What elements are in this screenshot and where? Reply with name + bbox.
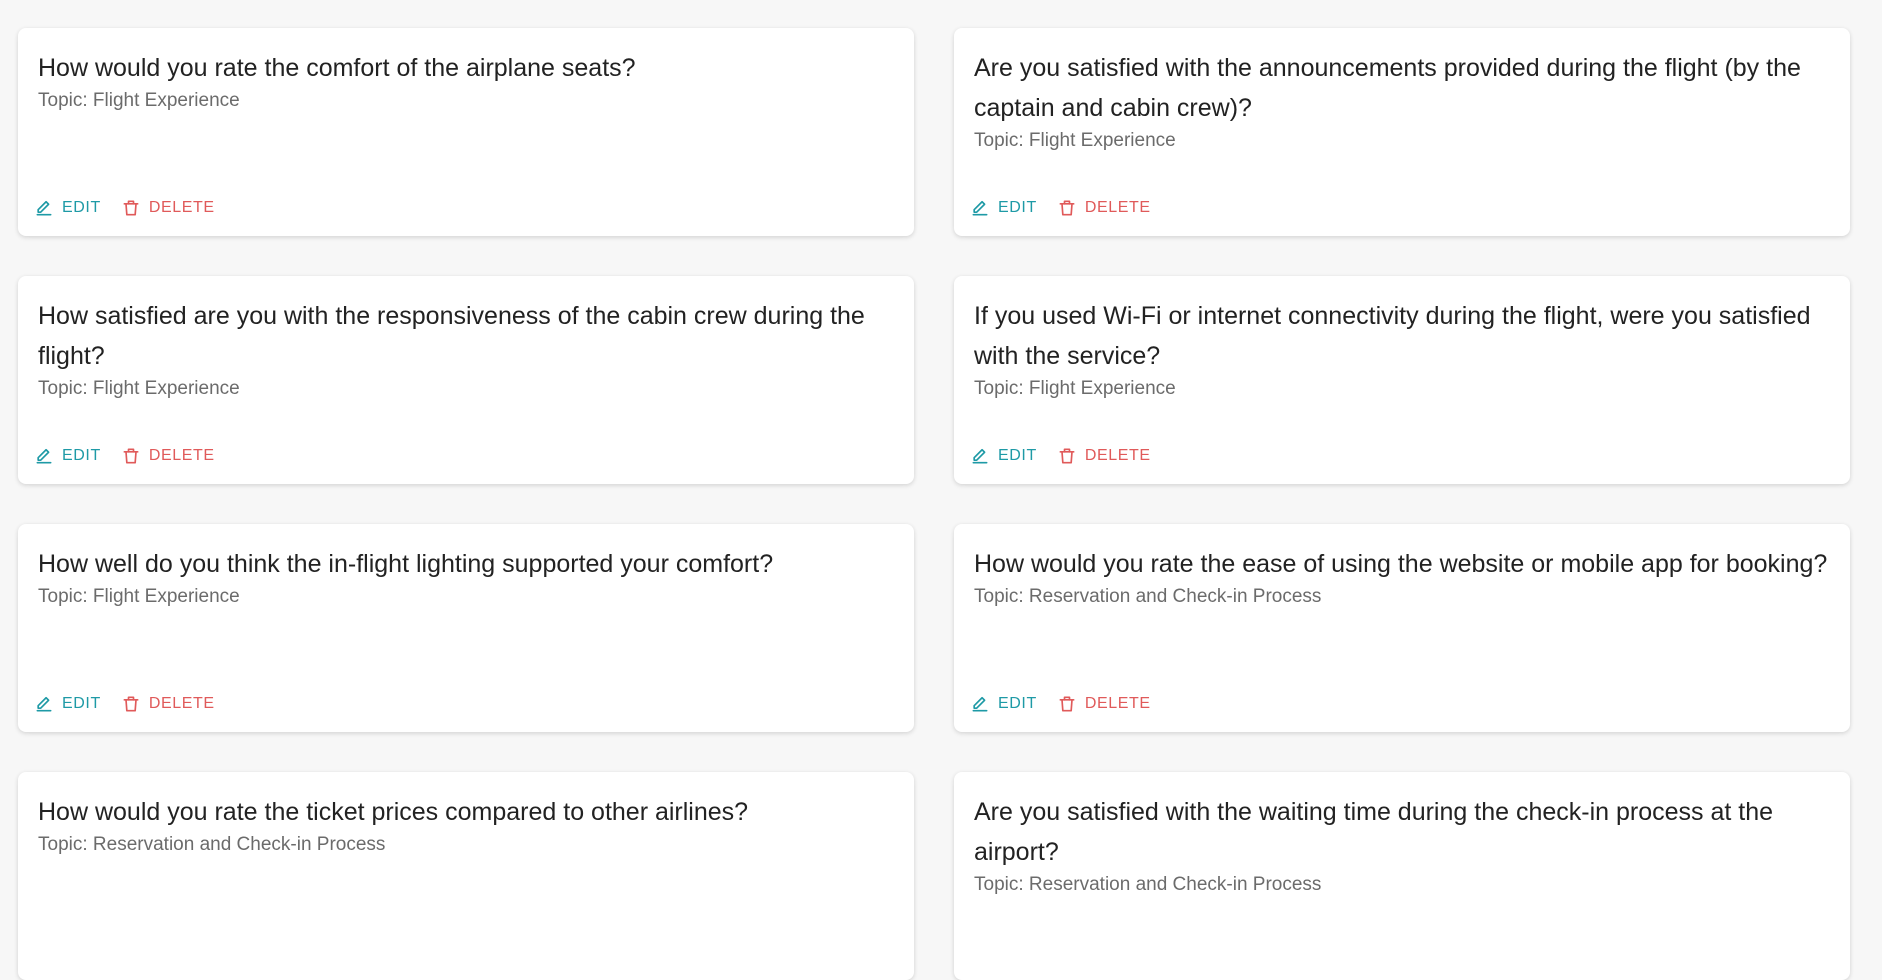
- card-actions: EDIT DELETE: [34, 446, 215, 466]
- question-topic: Topic: Reservation and Check-in Process: [974, 874, 1322, 895]
- edit-label: EDIT: [998, 695, 1037, 712]
- delete-button[interactable]: DELETE: [1057, 446, 1151, 466]
- question-topic: Topic: Flight Experience: [38, 586, 240, 607]
- question-topic: Topic: Reservation and Check-in Process: [974, 586, 1322, 607]
- question-topic: Topic: Flight Experience: [974, 130, 1176, 151]
- delete-label: DELETE: [148, 695, 215, 712]
- question-card: If you used Wi-Fi or internet connectivi…: [954, 276, 1850, 484]
- question-card: Are you satisfied with the announcements…: [954, 28, 1850, 236]
- question-text: How satisfied are you with the responsiv…: [38, 302, 865, 370]
- delete-button[interactable]: DELETE: [121, 446, 215, 466]
- question-text: How would you rate the comfort of the ai…: [38, 54, 636, 82]
- question-text: If you used Wi-Fi or internet connectivi…: [974, 302, 1811, 370]
- question-topic: Topic: Flight Experience: [38, 90, 240, 111]
- card-actions: EDIT DELETE: [970, 446, 1151, 466]
- question-text: Are you satisfied with the announcements…: [974, 54, 1801, 122]
- delete-label: DELETE: [148, 447, 215, 464]
- card-actions: EDIT DELETE: [970, 198, 1151, 218]
- question-topic: Topic: Flight Experience: [38, 378, 240, 399]
- trash-icon: [121, 694, 141, 714]
- pencil-icon: [34, 694, 54, 714]
- trash-icon: [1057, 694, 1077, 714]
- question-text: How well do you think the in-flight ligh…: [38, 550, 774, 578]
- delete-button[interactable]: DELETE: [121, 694, 215, 714]
- question-card-grid: How would you rate the comfort of the ai…: [18, 28, 1850, 980]
- pencil-icon: [34, 446, 54, 466]
- delete-button[interactable]: DELETE: [1057, 198, 1151, 218]
- pencil-icon: [970, 694, 990, 714]
- trash-icon: [1057, 198, 1077, 218]
- pencil-icon: [970, 198, 990, 218]
- edit-button[interactable]: EDIT: [34, 446, 101, 466]
- trash-icon: [121, 198, 141, 218]
- delete-label: DELETE: [148, 199, 215, 216]
- edit-button[interactable]: EDIT: [970, 694, 1037, 714]
- edit-label: EDIT: [998, 199, 1037, 216]
- question-card: How would you rate the ease of using the…: [954, 524, 1850, 732]
- card-actions: EDIT DELETE: [34, 694, 215, 714]
- question-card: How would you rate the comfort of the ai…: [18, 28, 914, 236]
- delete-button[interactable]: DELETE: [121, 198, 215, 218]
- edit-label: EDIT: [62, 695, 101, 712]
- question-text: Are you satisfied with the waiting time …: [974, 798, 1774, 866]
- delete-label: DELETE: [1084, 695, 1151, 712]
- delete-label: DELETE: [1084, 447, 1151, 464]
- trash-icon: [1057, 446, 1077, 466]
- question-text: How would you rate the ease of using the…: [974, 550, 1828, 578]
- edit-label: EDIT: [62, 447, 101, 464]
- question-text: How would you rate the ticket prices com…: [38, 798, 749, 826]
- card-actions: EDIT DELETE: [970, 694, 1151, 714]
- edit-label: EDIT: [62, 199, 101, 216]
- delete-label: DELETE: [1084, 199, 1151, 216]
- edit-label: EDIT: [998, 447, 1037, 464]
- question-topic: Topic: Reservation and Check-in Process: [38, 834, 386, 855]
- card-actions: EDIT DELETE: [34, 198, 215, 218]
- question-card: Are you satisfied with the waiting time …: [954, 772, 1850, 980]
- question-card: How would you rate the ticket prices com…: [18, 772, 914, 980]
- question-topic: Topic: Flight Experience: [974, 378, 1176, 399]
- question-card: How well do you think the in-flight ligh…: [18, 524, 914, 732]
- delete-button[interactable]: DELETE: [1057, 694, 1151, 714]
- edit-button[interactable]: EDIT: [970, 198, 1037, 218]
- question-card: How satisfied are you with the responsiv…: [18, 276, 914, 484]
- pencil-icon: [970, 446, 990, 466]
- pencil-icon: [34, 198, 54, 218]
- edit-button[interactable]: EDIT: [34, 198, 101, 218]
- edit-button[interactable]: EDIT: [970, 446, 1037, 466]
- trash-icon: [121, 446, 141, 466]
- edit-button[interactable]: EDIT: [34, 694, 101, 714]
